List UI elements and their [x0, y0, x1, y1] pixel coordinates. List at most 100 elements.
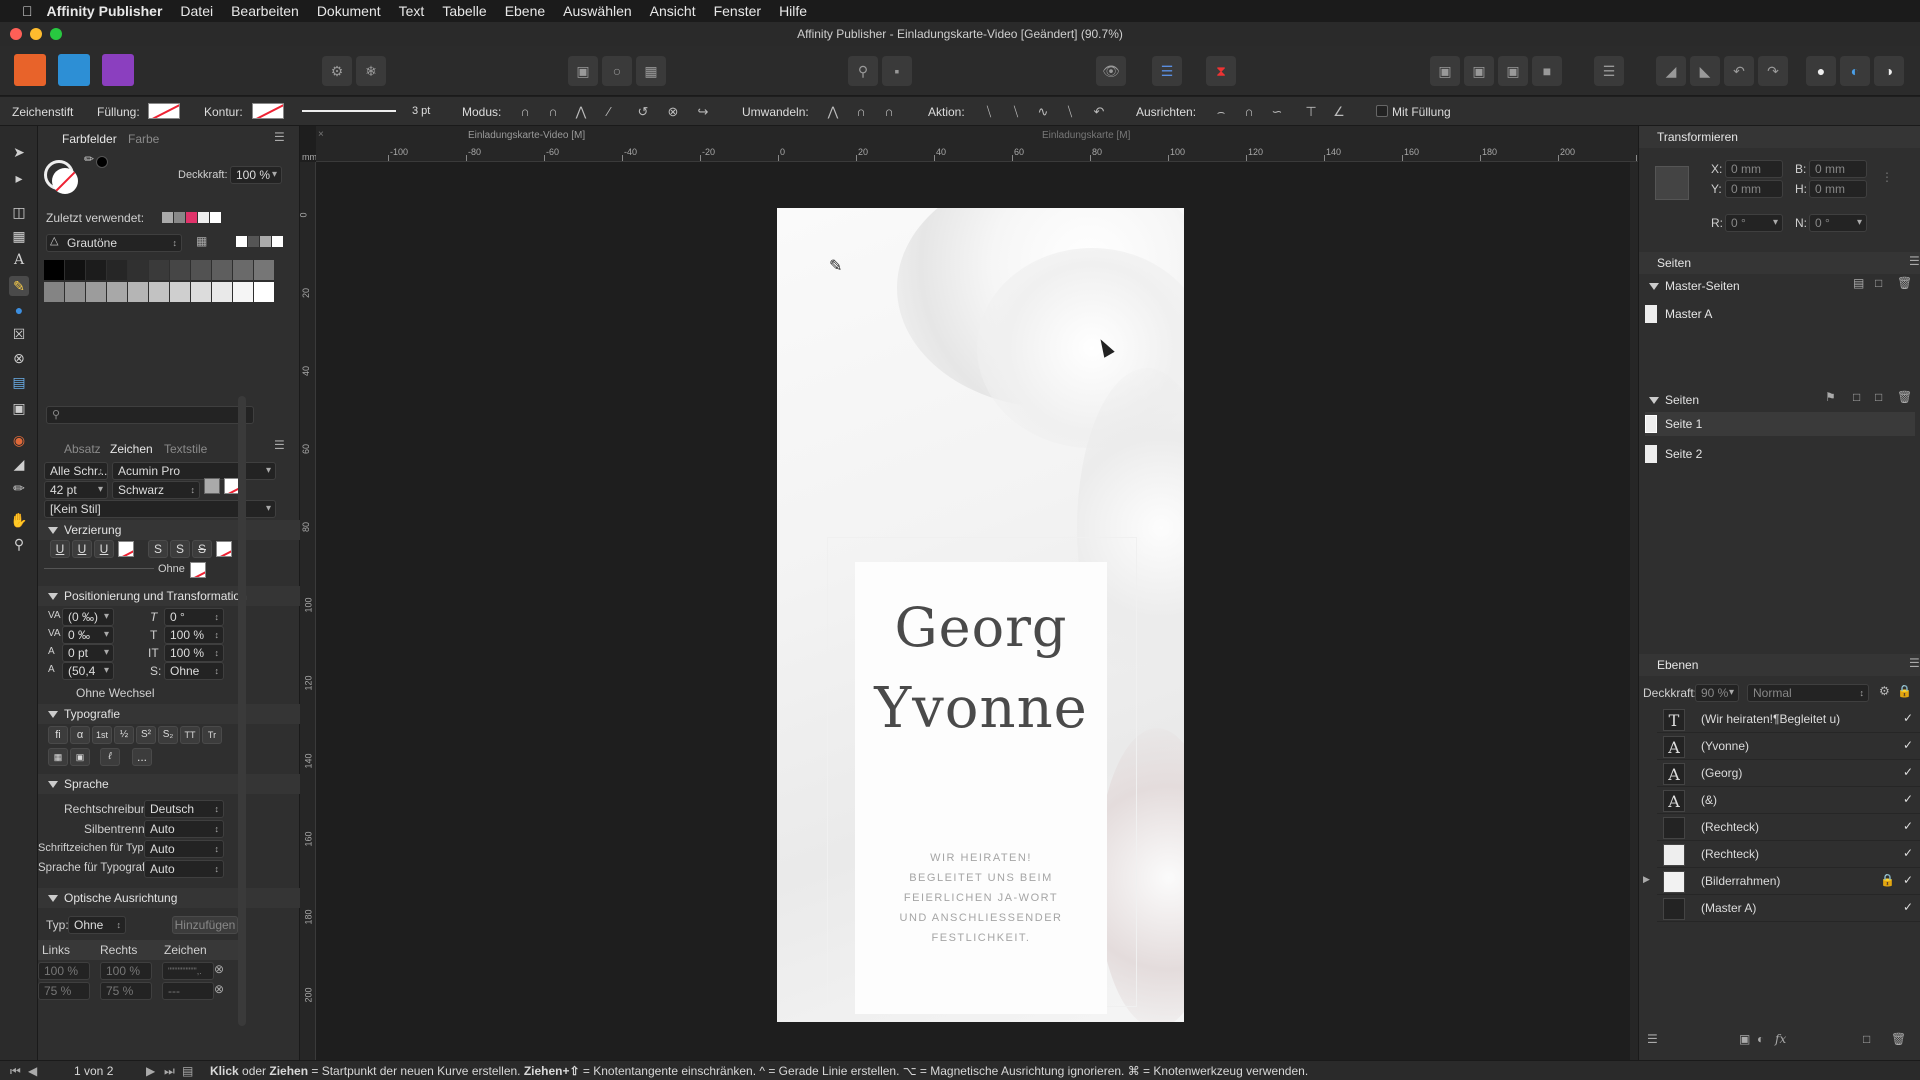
designer-persona-icon[interactable] [58, 54, 90, 86]
publisher-persona-icon[interactable] [14, 54, 46, 86]
palette-grid-icon[interactable]: ▦ [196, 234, 207, 248]
with-fill-checkbox[interactable] [1376, 105, 1388, 117]
fill-color-well[interactable] [52, 168, 78, 194]
gray-swatch[interactable] [107, 260, 127, 280]
ordinals-button[interactable]: 1st [92, 726, 112, 744]
tab-einladungskarte-video[interactable]: Einladungskarte-Video [M] [468, 130, 585, 141]
invite-line-5[interactable]: FESTLICHKEIT. [855, 928, 1107, 949]
snapping-magnet-icon[interactable]: ⧗ [1206, 56, 1236, 86]
invite-line-3[interactable]: FEIERLICHEN JA-WORT [855, 888, 1107, 909]
page-flag-icon[interactable]: ⚑ [1825, 390, 1836, 404]
name-yvonne[interactable]: Yvonne [855, 676, 1107, 741]
gray-swatch[interactable] [191, 260, 211, 280]
layer-row[interactable]: (Master A) ✓ [1657, 895, 1920, 922]
menu-ebene[interactable]: Ebene [505, 3, 545, 19]
menu-fenster[interactable]: Fenster [714, 3, 761, 19]
minimize-window-button[interactable] [30, 28, 42, 40]
document-canvas[interactable]: × Einladungskarte-Video [M] Einladungska… [300, 126, 1638, 1060]
layer-visibility-checkbox[interactable]: ✓ [1903, 846, 1913, 860]
gray-swatch[interactable] [170, 282, 190, 302]
typography-more-button[interactable]: ... [132, 748, 152, 766]
flip-vertical-icon[interactable]: ◣ [1690, 56, 1720, 86]
underline-double-button[interactable]: U [72, 540, 92, 558]
underline-single-button[interactable]: U [50, 540, 70, 558]
superscript-button[interactable]: S² [136, 726, 156, 744]
align-icon[interactable]: ☰ [1594, 56, 1624, 86]
arrange-forward-icon[interactable]: ▣ [1464, 56, 1494, 86]
discretionary-ligatures-button[interactable]: α [70, 726, 90, 744]
document-page[interactable]: Georg Yvonne WIR HEIRATEN! BEGLEITET UNS… [777, 208, 1184, 1022]
zoom-window-button[interactable] [50, 28, 62, 40]
gray-swatch[interactable] [65, 260, 85, 280]
pin-icon[interactable]: ⚲ [848, 56, 878, 86]
close-curve-icon[interactable]: ⧹ [1007, 103, 1025, 121]
gray-swatch[interactable] [65, 282, 85, 302]
panel-menu-icon[interactable]: ☰ [274, 130, 285, 144]
remove-row1-icon[interactable]: ⊗ [214, 962, 224, 976]
convert-sharp-icon[interactable]: ⋀ [824, 103, 842, 121]
gray-swatch[interactable] [128, 260, 148, 280]
page-duplicate-icon[interactable]: □ [1875, 390, 1882, 404]
preview-eye-icon[interactable]: 👁 [1096, 56, 1126, 86]
gray-swatch[interactable] [149, 260, 169, 280]
layer-row[interactable]: T (Wir heiraten!¶Begleitet u) ✓ [1657, 706, 1920, 733]
stylistic-set-button[interactable]: ▦ [48, 748, 68, 766]
align-row1-right[interactable]: 100 % [100, 962, 152, 980]
page-add-icon[interactable]: □ [1853, 390, 1860, 404]
character-menu-icon[interactable]: ☰ [274, 438, 285, 452]
tab-textstile[interactable]: Textstile [164, 442, 207, 456]
snap-angle-icon[interactable]: ∠ [1330, 103, 1348, 121]
close-tab-icon[interactable]: × [318, 129, 324, 140]
prev-page-icon[interactable]: ◀ [28, 1064, 37, 1078]
fractions-button[interactable]: ½ [114, 726, 134, 744]
view-circle-icon[interactable]: ○ [602, 56, 632, 86]
align-row2-left[interactable]: 75 % [38, 982, 90, 1000]
gray-swatch[interactable] [107, 282, 127, 302]
eyedropper-icon[interactable]: ✏ [84, 152, 94, 166]
page-1-item[interactable]: Seite 1 [1645, 412, 1915, 436]
tab-farbfelder[interactable]: Farbfelder [62, 132, 117, 146]
pages-panel-title[interactable]: Seiten [1639, 252, 1920, 274]
spelling-select[interactable]: Deutsch [144, 800, 224, 818]
invite-line-2[interactable]: BEGLEITET UNS BEIM [855, 868, 1107, 889]
break-curve-icon[interactable]: ⧹ [980, 103, 998, 121]
first-page-icon[interactable]: ⏮ [10, 1064, 21, 1079]
eyedropper-tool-icon[interactable]: ✏ [9, 478, 29, 498]
layer-row[interactable]: (Rechteck) ✓ [1657, 814, 1920, 841]
strike-custom-button[interactable]: S [192, 540, 212, 558]
layer-opacity-field[interactable]: 90 % [1695, 684, 1739, 702]
page-indicator[interactable]: 1 von 2 [74, 1064, 113, 1078]
white-swatch[interactable] [272, 236, 283, 247]
menu-datei[interactable]: Datei [180, 3, 213, 19]
recent-swatch-2[interactable] [174, 212, 185, 223]
layer-visibility-checkbox[interactable]: ✓ [1903, 792, 1913, 806]
layer-row[interactable]: A (Yvonne) ✓ [1657, 733, 1920, 760]
hyphenation-select[interactable]: Auto [144, 820, 224, 838]
layer-row[interactable]: A (&) ✓ [1657, 787, 1920, 814]
line-mode-icon[interactable]: ∕ [600, 103, 618, 121]
arrange-front-icon[interactable]: ▣ [1430, 56, 1460, 86]
align-handles-icon[interactable]: ∩ [1240, 103, 1258, 121]
alignment-type-select[interactable]: Ohne [68, 916, 126, 934]
gray-swatch[interactable] [128, 282, 148, 302]
typo-chars-select[interactable]: Auto [144, 840, 224, 858]
add-alignment-button[interactable]: Hinzufügen [172, 916, 238, 934]
leading-field[interactable]: (50,4 [62, 662, 114, 680]
ellipse-tool-icon[interactable]: ● [9, 300, 29, 320]
menu-bearbeiten[interactable]: Bearbeiten [231, 3, 299, 19]
gray-swatch[interactable] [233, 260, 253, 280]
align-nodes-icon[interactable]: ⌢ [1212, 103, 1230, 121]
transform-panel-title[interactable]: Transformieren [1639, 126, 1920, 148]
smooth-curve-icon[interactable]: ∿ [1034, 103, 1052, 121]
x-field[interactable]: 0 mm [1725, 160, 1783, 178]
menu-tabelle[interactable]: Tabelle [442, 3, 486, 19]
master-duplicate-icon[interactable]: □ [1875, 276, 1882, 290]
hand-tool-icon[interactable]: ✋ [9, 510, 29, 530]
layer-mask-icon[interactable]: ▣ [1739, 1032, 1750, 1046]
horizontal-ruler[interactable]: -100 -80 -60 -40 -20 0 20 40 60 80 100 120 140 160 180… [316, 146, 1638, 162]
pen-mode-icon[interactable]: ∩ [516, 103, 534, 121]
shear-field[interactable]: 0 ° [164, 608, 224, 626]
expand-layer-icon[interactable]: ▶ [1643, 874, 1650, 885]
recent-swatch-5[interactable] [210, 212, 221, 223]
vertical-scale-field[interactable]: 100 % [164, 626, 224, 644]
